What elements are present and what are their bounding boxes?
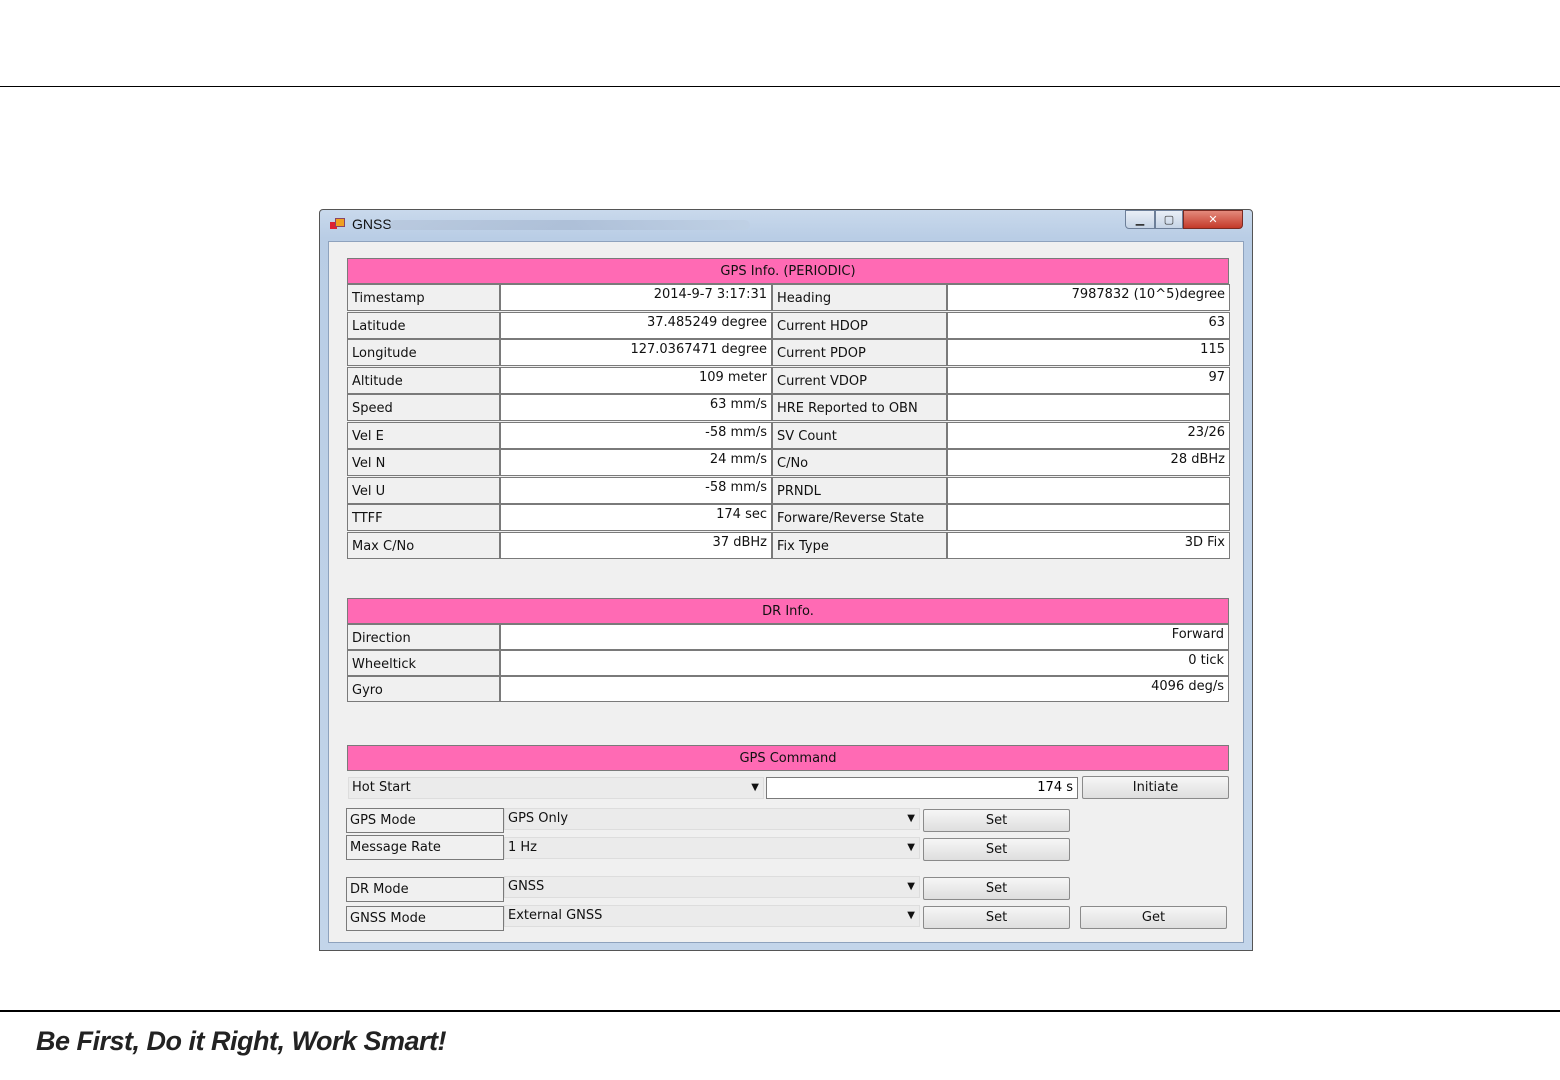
gps-field-value[interactable]: 7987832 (10^5)degree	[947, 284, 1230, 311]
dr-info-header: DR Info.	[347, 598, 1229, 624]
blurred-title-text	[390, 220, 750, 230]
gps-command-header: GPS Command	[347, 745, 1229, 771]
dr-mode-combo[interactable]: GNSS ▼	[504, 876, 920, 898]
dr-field-value[interactable]: Forward	[500, 624, 1229, 650]
gps-field-value[interactable]: 97	[947, 367, 1230, 394]
gps-field-value[interactable]: -58 mm/s	[500, 477, 772, 504]
gps-field-label: Vel E	[347, 422, 500, 449]
window-title: GNSS	[352, 216, 392, 232]
dr-field-label: Wheeltick	[347, 650, 500, 676]
initiate-button[interactable]: Initiate	[1082, 776, 1229, 799]
gps-field-label: Timestamp	[347, 284, 500, 311]
gps-field-value[interactable]: 3D Fix	[947, 532, 1230, 559]
gps-field-value[interactable]	[947, 504, 1230, 531]
gps-field-label: Speed	[347, 394, 500, 421]
start-type-combo[interactable]: Hot Start ▼	[348, 777, 764, 799]
gps-field-value[interactable]	[947, 477, 1230, 504]
gnss-window: GNSS ▁ ▢ ✕ GPS Info. (PERIODIC) Timestam…	[319, 209, 1253, 951]
gps-field-label: Forware/Reverse State	[772, 504, 947, 531]
chevron-down-icon: ▼	[907, 842, 915, 853]
slogan: Be First, Do it Right, Work Smart!	[36, 1026, 447, 1056]
dr-field-label: Direction	[347, 624, 500, 650]
gps-field-label: PRNDL	[772, 477, 947, 504]
gps-field-value[interactable]: 63	[947, 312, 1230, 339]
gps-field-value[interactable]: 109 meter	[500, 367, 772, 394]
gps-field-value[interactable]: 174 sec	[500, 504, 772, 531]
gps-field-label: Vel N	[347, 449, 500, 476]
title-bar[interactable]: GNSS ▁ ▢ ✕	[320, 210, 1252, 240]
gps-info-header: GPS Info. (PERIODIC)	[347, 258, 1229, 284]
dr-field-value[interactable]: 0 tick	[500, 650, 1229, 676]
gps-field-label: Current PDOP	[772, 339, 947, 366]
dr-mode-set-button[interactable]: Set	[923, 877, 1070, 900]
top-divider	[0, 86, 1560, 87]
gps-mode-value: GPS Only	[508, 811, 569, 826]
dr-mode-value: GNSS	[508, 879, 545, 894]
gps-field-label: Vel U	[347, 477, 500, 504]
gps-field-value[interactable]: 127.0367471 degree	[500, 339, 772, 366]
message-rate-combo[interactable]: 1 Hz ▼	[504, 837, 920, 859]
dr-mode-label: DR Mode	[346, 877, 504, 902]
gnss-mode-label: GNSS Mode	[346, 906, 504, 931]
gps-field-value[interactable]: 37.485249 degree	[500, 312, 772, 339]
app-icon	[330, 218, 345, 230]
start-type-value: Hot Start	[352, 780, 411, 795]
chevron-down-icon: ▼	[907, 813, 915, 824]
gps-field-value[interactable]: -58 mm/s	[500, 422, 772, 449]
gps-field-label: TTFF	[347, 504, 500, 531]
gps-field-label: C/No	[772, 449, 947, 476]
gnss-mode-combo[interactable]: External GNSS ▼	[504, 905, 920, 927]
gps-field-value[interactable]: 63 mm/s	[500, 394, 772, 421]
gps-field-label: Altitude	[347, 367, 500, 394]
gps-field-value[interactable]: 115	[947, 339, 1230, 366]
message-rate-set-button[interactable]: Set	[923, 838, 1070, 861]
gps-field-label: Longitude	[347, 339, 500, 366]
chevron-down-icon: ▼	[751, 782, 759, 793]
chevron-down-icon: ▼	[907, 881, 915, 892]
chevron-down-icon: ▼	[907, 910, 915, 921]
gps-mode-set-button[interactable]: Set	[923, 809, 1070, 832]
gnss-mode-get-button[interactable]: Get	[1080, 906, 1227, 929]
bottom-divider	[0, 1010, 1560, 1012]
gps-field-label: SV Count	[772, 422, 947, 449]
gps-field-label: Heading	[772, 284, 947, 311]
gps-field-label: Latitude	[347, 312, 500, 339]
gps-field-value[interactable]: 2014-9-7 3:17:31	[500, 284, 772, 311]
dr-field-value[interactable]: 4096 deg/s	[500, 676, 1229, 702]
gps-field-label: Current HDOP	[772, 312, 947, 339]
gps-field-label: HRE Reported to OBN	[772, 394, 947, 421]
gps-field-label: Max C/No	[347, 532, 500, 559]
gps-field-value[interactable]: 37 dBHz	[500, 532, 772, 559]
message-rate-value: 1 Hz	[508, 840, 538, 855]
start-time-field[interactable]: 174 s	[766, 777, 1078, 799]
gps-field-value[interactable]: 24 mm/s	[500, 449, 772, 476]
gps-field-value[interactable]	[947, 394, 1230, 421]
message-rate-label: Message Rate	[346, 835, 504, 860]
close-button[interactable]: ✕	[1183, 210, 1243, 229]
gnss-mode-value: External GNSS	[508, 908, 603, 923]
maximize-button[interactable]: ▢	[1155, 210, 1183, 229]
gps-field-label: Current VDOP	[772, 367, 947, 394]
gps-field-label: Fix Type	[772, 532, 947, 559]
window-client-area: GPS Info. (PERIODIC) Timestamp 2014-9-7 3…	[328, 241, 1244, 943]
minimize-button[interactable]: ▁	[1125, 210, 1155, 229]
gps-field-value[interactable]: 28 dBHz	[947, 449, 1230, 476]
gps-field-value[interactable]: 23/26	[947, 422, 1230, 449]
gnss-mode-set-button[interactable]: Set	[923, 906, 1070, 929]
gps-mode-label: GPS Mode	[346, 808, 504, 833]
dr-field-label: Gyro	[347, 676, 500, 702]
gps-mode-combo[interactable]: GPS Only ▼	[504, 808, 920, 830]
